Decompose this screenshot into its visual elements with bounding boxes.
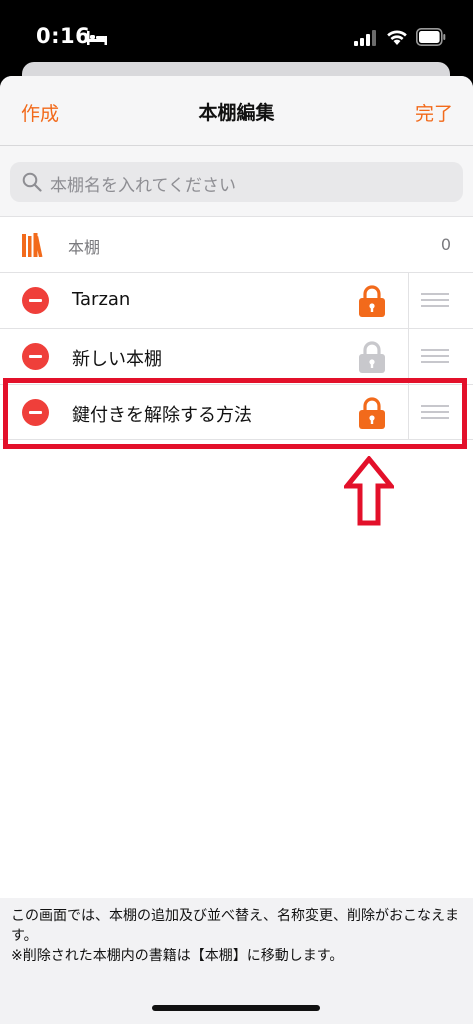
navigation-bar: 作成 本棚編集 完了 (0, 76, 473, 146)
search-input[interactable]: 本棚名を入れてください (10, 162, 463, 202)
shelf-name: 新しい本棚 (72, 349, 162, 370)
row-divider (408, 273, 409, 328)
footer-line-1: この画面では、本棚の追加及び並べ替え、名称変更、削除がおこなえます。 (11, 908, 459, 944)
reorder-handle-icon[interactable] (421, 349, 449, 364)
lock-icon[interactable] (358, 285, 386, 317)
list-item-default-shelf: 本棚 0 (0, 216, 473, 272)
battery-icon (416, 28, 446, 46)
list-item-new-shelf[interactable]: 新しい本棚 (0, 328, 473, 384)
shelf-name: Tarzan (72, 289, 131, 310)
wifi-icon (387, 30, 407, 45)
footer-line-2: ※削除された本棚内の書籍は【本棚】に移動します。 (11, 948, 344, 964)
search-area: 本棚名を入れてください (0, 146, 473, 216)
search-icon (22, 172, 42, 192)
lock-icon[interactable] (358, 341, 386, 373)
status-bar: 0:16 (0, 0, 473, 70)
bed-icon (87, 31, 107, 45)
delete-button[interactable] (22, 287, 49, 314)
annotation-highlight-box (3, 378, 467, 449)
search-placeholder: 本棚名を入れてください (50, 176, 236, 196)
list-item-tarzan[interactable]: Tarzan (0, 272, 473, 328)
home-indicator[interactable] (152, 1005, 320, 1011)
footer-text: この画面では、本棚の追加及び並べ替え、名称変更、削除がおこなえます。 ※削除され… (11, 906, 466, 966)
row-divider (408, 329, 409, 384)
done-button[interactable]: 完了 (415, 99, 453, 126)
cellular-signal-icon (354, 30, 376, 46)
bookshelf-edit-sheet: 作成 本棚編集 完了 本棚名を入れてください 本棚 0 Tarzan 新しい本棚… (0, 76, 473, 1024)
default-shelf-label: 本棚 (68, 238, 101, 257)
footer-help: この画面では、本棚の追加及び並べ替え、名称変更、削除がおこなえます。 ※削除され… (0, 898, 473, 1024)
annotation-up-arrow-icon (344, 456, 394, 526)
status-time: 0:16 (36, 24, 91, 48)
delete-button[interactable] (22, 343, 49, 370)
page-title: 本棚編集 (198, 102, 275, 124)
books-icon (22, 233, 43, 257)
reorder-handle-icon[interactable] (421, 293, 449, 308)
book-count: 0 (440, 235, 451, 254)
